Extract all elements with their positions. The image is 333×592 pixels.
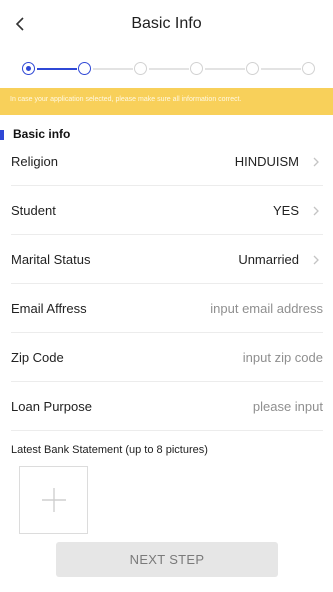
step-connector: [149, 68, 189, 70]
step-6: [302, 62, 315, 75]
step-connector: [261, 68, 301, 70]
marital-status-row[interactable]: Marital Status Unmarried: [11, 236, 323, 284]
step-1: [22, 62, 35, 75]
step-connector: [205, 68, 245, 70]
plus-icon: [41, 488, 66, 512]
page-title: Basic Info: [131, 15, 202, 32]
religion-label: Religion: [11, 154, 58, 169]
step-3: [134, 62, 147, 75]
zip-code-row: Zip Code: [11, 334, 323, 382]
loan-purpose-label: Loan Purpose: [11, 399, 92, 414]
add-picture-button[interactable]: [19, 466, 88, 534]
marital-status-value: Unmarried: [238, 252, 299, 267]
zip-code-label: Zip Code: [11, 350, 64, 365]
zip-code-field[interactable]: [163, 350, 323, 365]
email-row: Email Affress: [11, 285, 323, 333]
student-row[interactable]: Student YES: [11, 187, 323, 235]
email-label: Email Affress: [11, 301, 87, 316]
chevron-left-icon: [15, 17, 24, 31]
step-4: [190, 62, 203, 75]
chevron-right-icon: [309, 155, 323, 169]
notice-banner: In case your application selected, pleas…: [0, 88, 333, 115]
email-field[interactable]: [163, 301, 323, 316]
step-2: [78, 62, 91, 75]
student-label: Student: [11, 203, 56, 218]
back-button[interactable]: [10, 12, 30, 36]
loan-purpose-row: Loan Purpose: [11, 383, 323, 431]
progress-stepper: [22, 62, 317, 78]
bank-statement-label: Latest Bank Statement (up to 8 pictures): [11, 444, 208, 456]
next-step-button[interactable]: NEXT STEP: [56, 542, 278, 577]
header: Basic Info: [0, 0, 333, 48]
student-value: YES: [272, 203, 299, 218]
step-connector: [37, 68, 77, 70]
loan-purpose-field[interactable]: [163, 399, 323, 414]
marital-status-label: Marital Status: [11, 252, 91, 267]
step-5: [246, 62, 259, 75]
section-accent-bar: [0, 130, 4, 140]
chevron-right-icon: [309, 253, 323, 267]
step-connector: [93, 68, 133, 70]
chevron-right-icon: [309, 204, 323, 218]
religion-value: HINDUISM: [234, 154, 299, 169]
religion-row[interactable]: Religion HINDUISM: [11, 138, 323, 186]
